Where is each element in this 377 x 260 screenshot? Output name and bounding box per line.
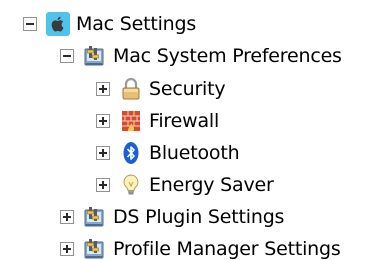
expand-toggle[interactable] — [96, 82, 110, 96]
preferences-icon — [83, 205, 107, 229]
tree-node-mac-system-preferences[interactable]: Mac System Preferences — [60, 42, 342, 70]
tree-node-label: Bluetooth — [149, 142, 240, 164]
tree-node-label: Firewall — [149, 110, 220, 132]
tree-node-label: Profile Manager Settings — [113, 238, 341, 260]
tree-node-label: Security — [149, 78, 226, 100]
collapse-toggle[interactable] — [23, 17, 37, 31]
expand-toggle[interactable] — [96, 114, 110, 128]
preferences-icon — [83, 44, 107, 68]
tree-node-energy-saver[interactable]: Energy Saver — [96, 171, 274, 199]
firewall-icon — [119, 109, 143, 133]
collapse-toggle[interactable] — [60, 49, 74, 63]
tree-node-label: DS Plugin Settings — [113, 206, 285, 228]
tree-node-label: Energy Saver — [149, 174, 274, 196]
apple-icon — [46, 12, 70, 36]
tree-node-bluetooth[interactable]: Bluetooth — [96, 139, 240, 167]
tree-node-label: Mac Settings — [76, 13, 197, 35]
expand-toggle[interactable] — [96, 178, 110, 192]
tree-node-firewall[interactable]: Firewall — [96, 107, 219, 135]
preferences-icon — [83, 237, 107, 260]
tree-node-label: Mac System Preferences — [113, 45, 342, 67]
lock-icon — [119, 77, 143, 101]
tree-node-security[interactable]: Security — [96, 75, 226, 103]
expand-toggle[interactable] — [96, 146, 110, 160]
expand-toggle[interactable] — [60, 210, 74, 224]
tree-node-ds-plugin-settings[interactable]: DS Plugin Settings — [60, 203, 284, 231]
expand-toggle[interactable] — [60, 242, 74, 256]
bluetooth-icon — [119, 141, 143, 165]
tree-node-mac-settings[interactable]: Mac Settings — [23, 10, 196, 38]
tree-node-profile-manager-settings[interactable]: Profile Manager Settings — [60, 235, 341, 260]
lightbulb-icon — [119, 173, 143, 197]
